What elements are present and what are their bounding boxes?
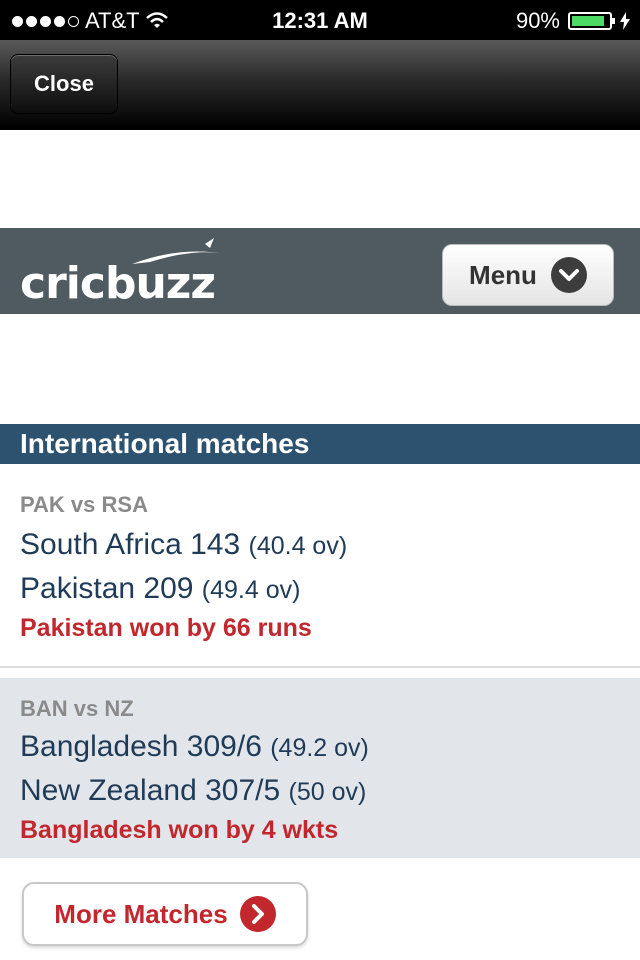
overs: (50 ov) [288, 778, 367, 806]
chevron-down-icon [550, 257, 587, 293]
menu-button[interactable]: Menu [442, 244, 614, 306]
more-matches-label: More Matches [54, 898, 228, 929]
innings-score: Bangladesh 309/6 (49.2 ov) [20, 730, 369, 764]
battery-percent: 90% [515, 8, 560, 33]
logo-text: cricbuzz [20, 258, 216, 309]
overs: (49.2 ov) [270, 734, 369, 762]
overs: (40.4 ov) [248, 532, 348, 560]
team-score: New Zealand 307/5 [20, 774, 281, 807]
more-matches-button[interactable]: More Matches [22, 882, 308, 946]
match-divider [0, 666, 640, 668]
charging-bolt-icon [620, 12, 630, 30]
overs: (49.4 ov) [201, 576, 301, 604]
innings-score: Pakistan 209 (49.4 ov) [20, 572, 300, 606]
cricbuzz-logo[interactable]: cricbuzz [20, 238, 250, 312]
match-card[interactable]: PAK vs RSA South Africa 143 (40.4 ov) Pa… [0, 466, 640, 666]
team-score: Pakistan 209 [20, 572, 194, 605]
match-fixture: PAK vs RSA [20, 492, 148, 517]
match-result: Bangladesh won by 4 wkts [20, 816, 339, 844]
match-card[interactable]: BAN vs NZ Bangladesh 309/6 (49.2 ov) New… [0, 678, 640, 858]
status-bar: AT&T 12:31 AM 90% [0, 0, 640, 40]
battery-icon [568, 12, 615, 30]
section-title: International matches [0, 424, 640, 464]
chevron-right-icon [239, 896, 276, 932]
menu-label: Menu [469, 259, 537, 290]
site-header: cricbuzz Menu [0, 228, 640, 314]
innings-score: New Zealand 307/5 (50 ov) [20, 774, 366, 808]
navigation-bar: Close [0, 40, 640, 130]
match-result: Pakistan won by 66 runs [20, 614, 312, 642]
close-button[interactable]: Close [10, 54, 118, 114]
battery-fill [572, 16, 605, 26]
innings-score: South Africa 143 (40.4 ov) [20, 528, 347, 562]
status-right: 90% [516, 8, 630, 34]
team-score: Bangladesh 309/6 [20, 730, 262, 763]
team-score: South Africa 143 [20, 528, 241, 561]
match-fixture: BAN vs NZ [20, 696, 134, 721]
